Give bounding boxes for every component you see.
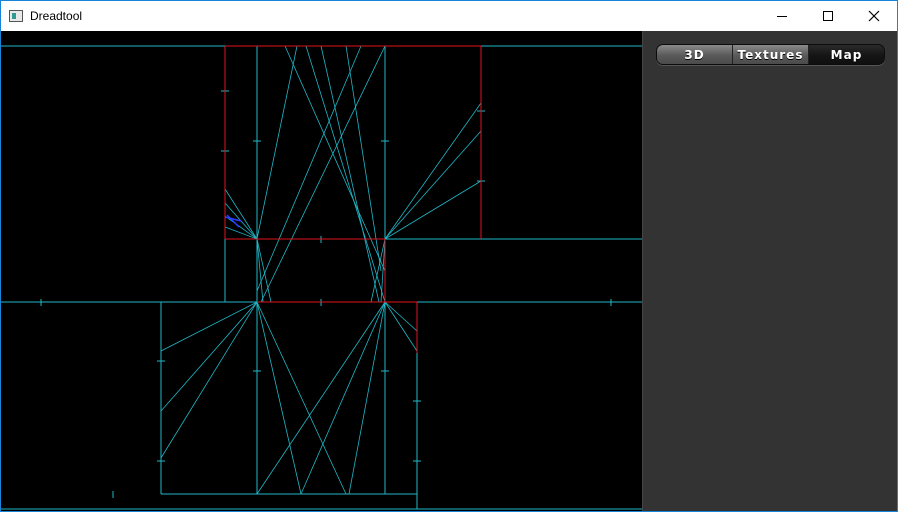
maximize-button[interactable] xyxy=(805,1,851,31)
app-icon xyxy=(9,10,23,22)
side-panel: 3D Textures Map xyxy=(642,31,897,511)
map-portal-lines xyxy=(1,45,642,510)
window-controls xyxy=(759,1,897,31)
map-fan-lines xyxy=(160,45,482,495)
view-tab-bar: 3D Textures Map xyxy=(656,44,885,65)
window-title: Dreadtool xyxy=(30,9,83,23)
map-view-canvas[interactable] xyxy=(1,31,642,511)
tab-map[interactable]: Map xyxy=(809,45,884,64)
minimize-button[interactable] xyxy=(759,1,805,31)
close-icon xyxy=(868,10,880,22)
tab-3d[interactable]: 3D xyxy=(657,45,733,64)
maximize-icon xyxy=(823,11,833,21)
tab-textures[interactable]: Textures xyxy=(733,45,809,64)
title-bar[interactable]: Dreadtool xyxy=(1,1,897,31)
app-window: Dreadtool 3D Textures Map xyxy=(0,0,898,512)
minimize-icon xyxy=(777,16,787,17)
close-button[interactable] xyxy=(851,1,897,31)
map-selection xyxy=(224,214,242,228)
